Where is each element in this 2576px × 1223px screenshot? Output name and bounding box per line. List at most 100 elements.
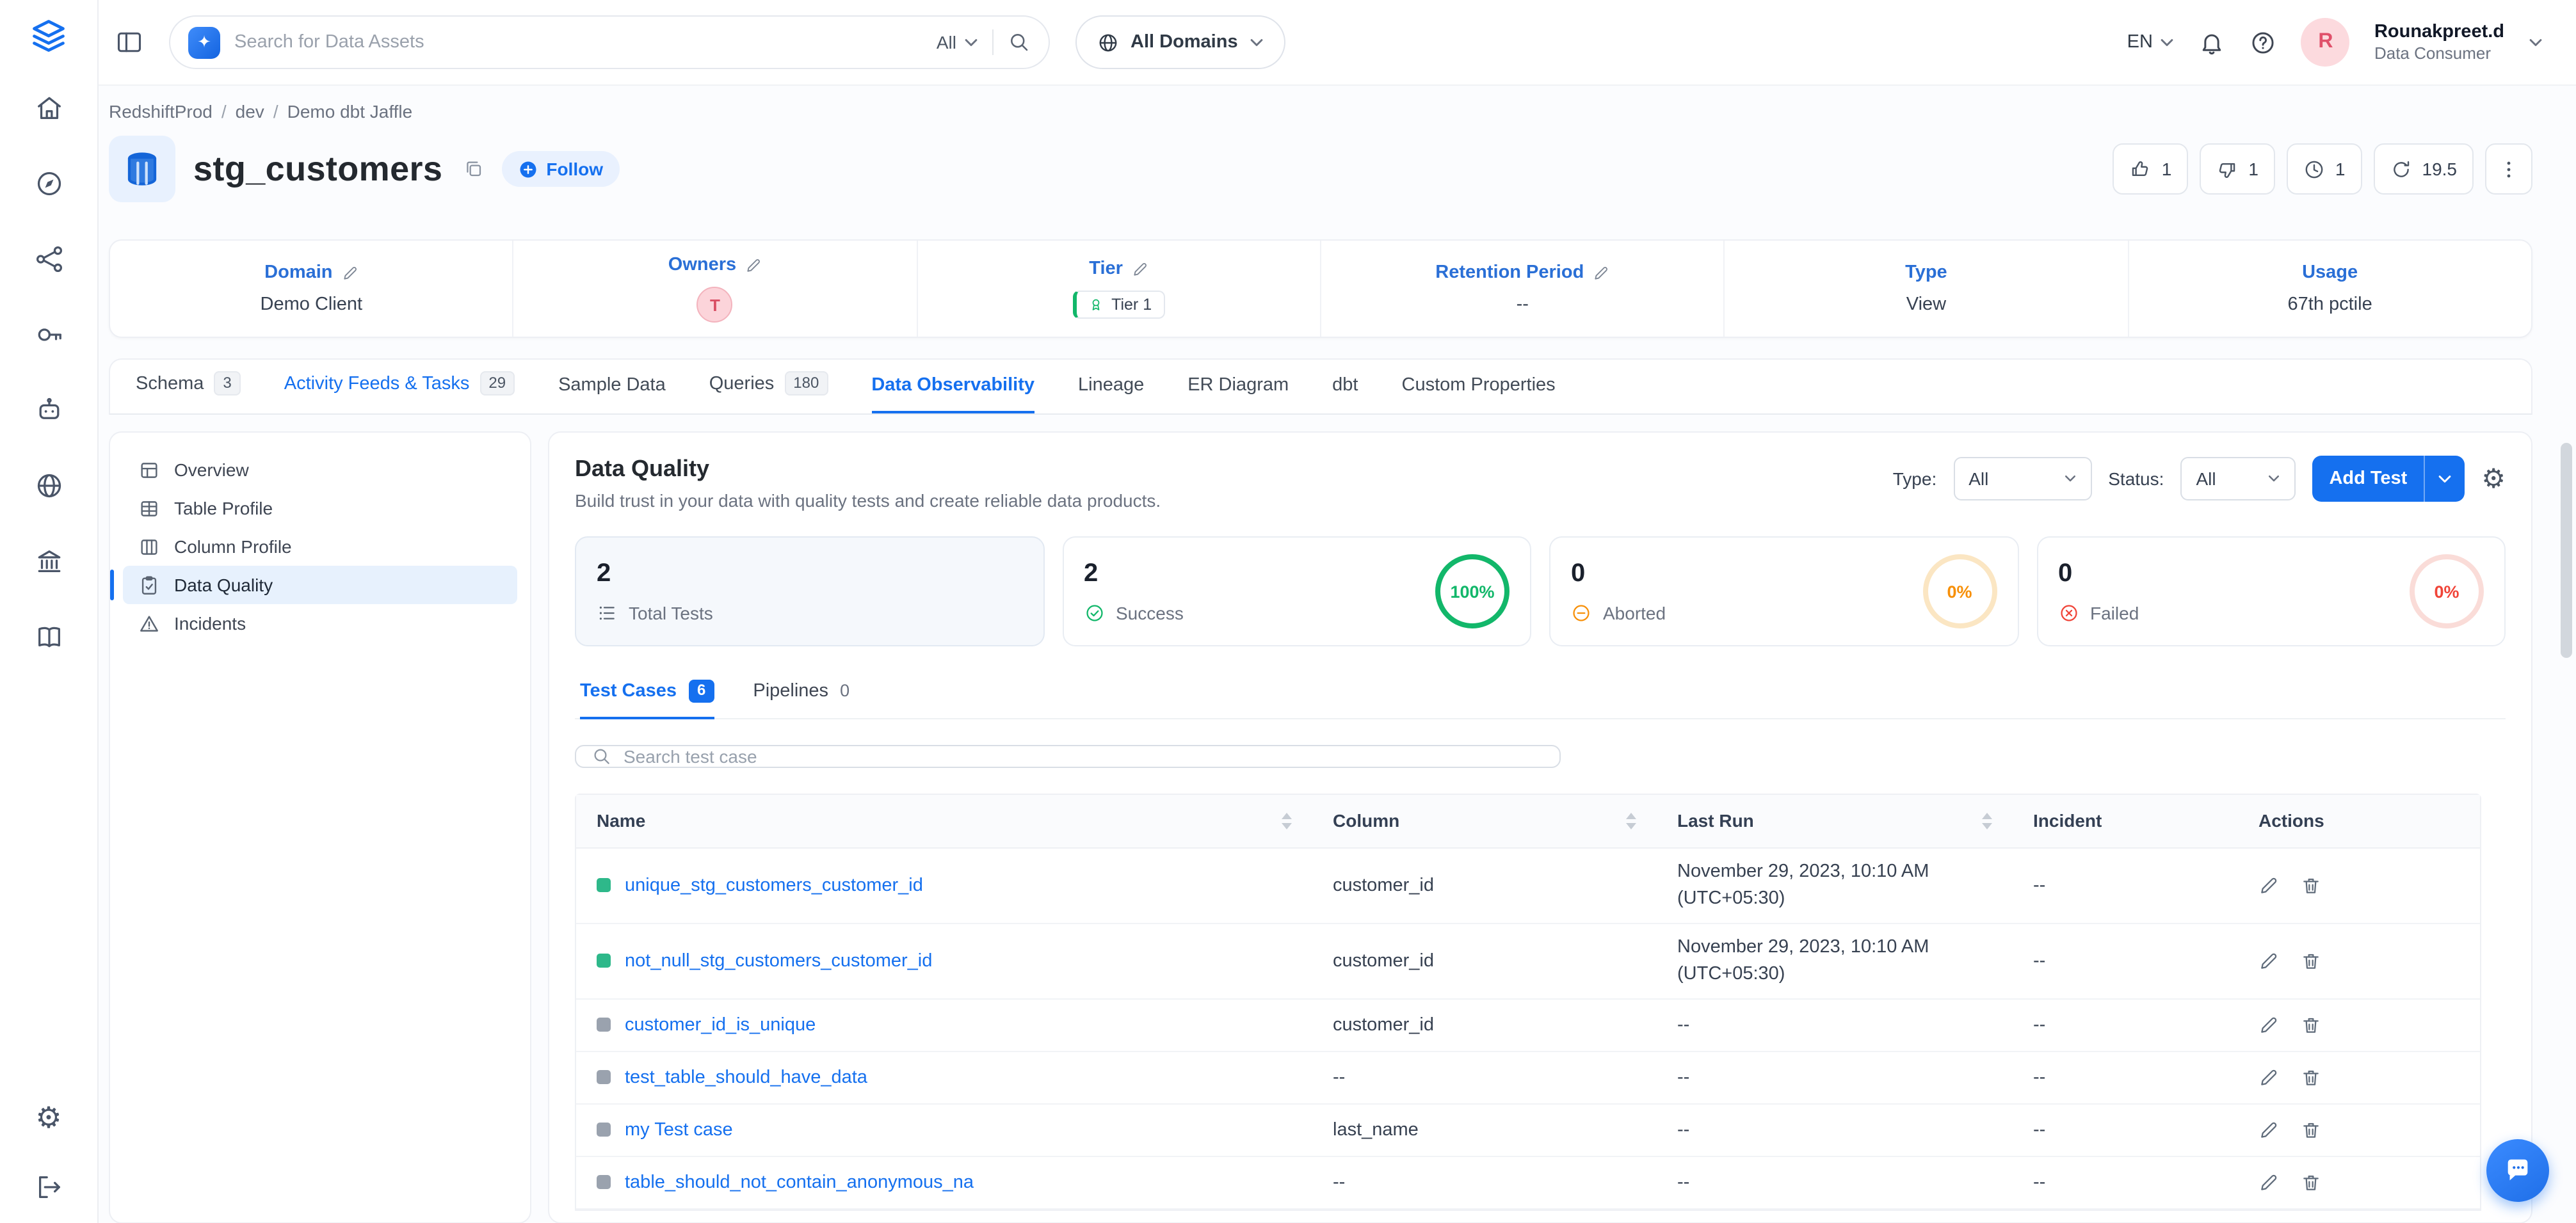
subnav-data-quality[interactable]: Data Quality <box>123 566 517 604</box>
test-case-search-input[interactable] <box>624 746 1544 766</box>
delete-icon[interactable] <box>2301 875 2321 895</box>
tab-sample-data[interactable]: Sample Data <box>558 375 666 413</box>
delete-icon[interactable] <box>2301 1014 2321 1035</box>
support-chat-button[interactable] <box>2486 1139 2549 1202</box>
entity-header: stg_customers Follow 1 1 <box>109 132 2532 206</box>
overview-icon <box>137 459 160 481</box>
delete-icon[interactable] <box>2301 1119 2321 1140</box>
govern-bank-icon[interactable] <box>32 544 65 577</box>
tasks-button[interactable]: 1 <box>2287 143 2362 195</box>
edit-icon[interactable] <box>2258 1119 2279 1140</box>
edit-domain-icon[interactable] <box>342 264 358 281</box>
delete-icon[interactable] <box>2301 950 2321 971</box>
col-header-last-run[interactable]: Last Run <box>1657 810 2013 831</box>
edit-retention-icon[interactable] <box>1593 264 1609 281</box>
col-header-column[interactable]: Column <box>1312 810 1657 831</box>
follow-button[interactable]: Follow <box>501 151 620 187</box>
explore-compass-icon[interactable] <box>32 166 65 200</box>
tab-pipelines[interactable]: Pipelines 0 <box>753 680 849 719</box>
sidebar-toggle-icon[interactable] <box>115 28 143 56</box>
breadcrumb-database[interactable]: dev <box>236 101 264 122</box>
tab-test-cases[interactable]: Test Cases 6 <box>580 680 714 719</box>
tab-queries[interactable]: Queries180 <box>709 371 828 413</box>
scrollbar-thumb[interactable] <box>2561 443 2572 658</box>
user-menu[interactable]: Rounakpreet.d Data Consumer <box>2374 20 2504 65</box>
search-icon[interactable] <box>1008 31 1031 54</box>
upvote-button[interactable]: 1 <box>2113 143 2189 195</box>
edit-icon[interactable] <box>2258 950 2279 971</box>
tab-er-diagram[interactable]: ER Diagram <box>1187 375 1289 413</box>
edit-icon[interactable] <box>2258 1172 2279 1192</box>
delete-icon[interactable] <box>2301 1172 2321 1192</box>
top-bar: ✦ All All Domains EN <box>99 0 2576 86</box>
bot-icon[interactable] <box>32 393 65 426</box>
global-search[interactable]: ✦ All <box>169 15 1050 69</box>
access-key-icon[interactable] <box>32 317 65 351</box>
aborted-tests-card[interactable]: 0 Aborted 0% <box>1549 536 2018 646</box>
home-icon[interactable] <box>32 91 65 124</box>
test-case-link[interactable]: unique_stg_customers_customer_id <box>625 875 923 895</box>
edit-icon[interactable] <box>2258 1014 2279 1035</box>
breadcrumb-schema[interactable]: Demo dbt Jaffle <box>287 101 413 122</box>
subnav-column-profile[interactable]: Column Profile <box>123 527 517 566</box>
incident-cell: -- <box>2013 1004 2238 1045</box>
domains-globe-icon[interactable] <box>32 468 65 502</box>
tab-data-observability[interactable]: Data Observability <box>871 375 1034 413</box>
glossary-book-icon[interactable] <box>32 619 65 653</box>
test-case-search[interactable] <box>575 744 1561 767</box>
last-run-cell: -- <box>1657 1109 2013 1150</box>
domain-value[interactable]: Demo Client <box>261 294 363 315</box>
test-settings-gear-icon[interactable]: ⚙ <box>2481 465 2506 492</box>
sort-icon[interactable] <box>1982 812 1992 829</box>
subnav-table-profile[interactable]: Table Profile <box>123 489 517 527</box>
test-case-link[interactable]: table_should_not_contain_anonymous_na <box>625 1172 974 1192</box>
tab-schema[interactable]: Schema3 <box>136 371 241 413</box>
more-options-button[interactable] <box>2485 143 2532 195</box>
tab-lineage[interactable]: Lineage <box>1078 375 1144 413</box>
tier-badge[interactable]: Tier 1 <box>1073 291 1164 319</box>
breadcrumb-service[interactable]: RedshiftProd <box>109 101 213 122</box>
all-domains-dropdown[interactable]: All Domains <box>1075 15 1285 69</box>
settings-gear-icon[interactable]: ⚙ <box>32 1101 65 1134</box>
type-filter-select[interactable]: All <box>1953 457 2091 500</box>
sort-icon[interactable] <box>1282 812 1292 829</box>
subnav-overview[interactable]: Overview <box>123 451 517 489</box>
search-scope-dropdown[interactable]: All <box>937 32 978 52</box>
test-case-link[interactable]: test_table_should_have_data <box>625 1067 867 1087</box>
version-button[interactable]: 19.5 <box>2374 143 2474 195</box>
copy-link-icon[interactable] <box>463 159 483 179</box>
test-case-link[interactable]: my Test case <box>625 1119 733 1140</box>
profiler-subnav: Overview Table Profile Column Profile Da… <box>109 431 531 1223</box>
help-icon[interactable] <box>2250 29 2277 56</box>
tab-dbt[interactable]: dbt <box>1332 375 1358 413</box>
test-case-link[interactable]: not_null_stg_customers_customer_id <box>625 950 932 971</box>
status-filter-select[interactable]: All <box>2180 457 2296 500</box>
page-scrollbar[interactable] <box>2561 90 2572 1219</box>
edit-icon[interactable] <box>2258 1067 2279 1087</box>
global-search-input[interactable] <box>234 32 922 52</box>
sort-icon[interactable] <box>1626 812 1636 829</box>
notifications-bell-icon[interactable] <box>2199 29 2226 56</box>
lineage-graph-icon[interactable] <box>32 242 65 275</box>
app-logo-icon[interactable] <box>29 17 68 55</box>
test-case-link[interactable]: customer_id_is_unique <box>625 1014 816 1035</box>
chevron-down-icon[interactable] <box>2529 38 2543 47</box>
user-avatar[interactable]: R <box>2301 18 2350 67</box>
tab-custom-properties[interactable]: Custom Properties <box>1402 375 1556 413</box>
subnav-incidents[interactable]: Incidents <box>123 604 517 643</box>
total-tests-card[interactable]: 2 Total Tests <box>575 536 1044 646</box>
language-dropdown[interactable]: EN <box>2127 32 2175 52</box>
edit-icon[interactable] <box>2258 875 2279 895</box>
delete-icon[interactable] <box>2301 1067 2321 1087</box>
failed-tests-card[interactable]: 0 Failed 0% <box>2036 536 2506 646</box>
ai-search-icon[interactable]: ✦ <box>188 26 220 58</box>
edit-tier-icon[interactable] <box>1132 260 1148 277</box>
success-tests-card[interactable]: 2 Success 100% <box>1062 536 1531 646</box>
col-header-name[interactable]: Name <box>576 810 1312 831</box>
owner-avatar[interactable]: T <box>697 287 733 323</box>
add-test-button[interactable]: Add Test <box>2312 456 2465 502</box>
downvote-button[interactable]: 1 <box>2200 143 2275 195</box>
tab-activity-feeds[interactable]: Activity Feeds & Tasks29 <box>284 371 515 413</box>
logout-icon[interactable] <box>32 1170 65 1203</box>
edit-owners-icon[interactable] <box>745 257 762 273</box>
